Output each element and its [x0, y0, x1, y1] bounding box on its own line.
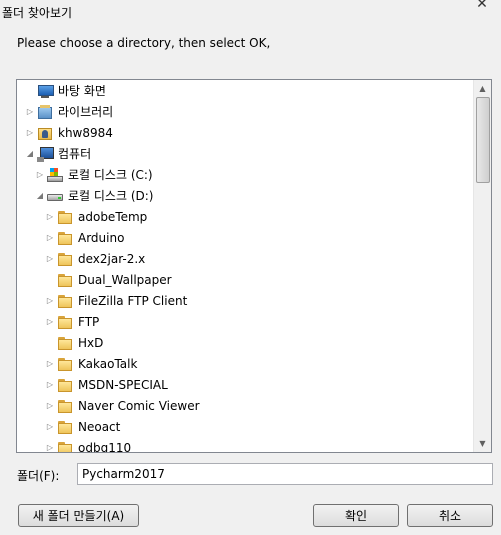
tree-item-folder[interactable]: ▷ KakaoTalk — [45, 353, 137, 374]
user-folder-icon — [37, 125, 53, 141]
folder-icon — [57, 335, 73, 351]
library-icon — [37, 104, 53, 120]
tree-item-label: Neoact — [78, 419, 121, 434]
new-folder-button[interactable]: 새 폴더 만들기(A) — [18, 504, 139, 527]
tree-item-label: adobeTemp — [78, 209, 148, 224]
tree-item-folder[interactable]: ▷ FTP — [45, 311, 99, 332]
folder-icon — [57, 293, 73, 309]
tree-item-user[interactable]: ▷ khw8984 — [25, 122, 113, 143]
folder-icon — [57, 230, 73, 246]
expand-arrow-icon[interactable]: ▷ — [25, 128, 35, 138]
expand-arrow-icon[interactable]: ▷ — [45, 296, 55, 306]
folder-icon — [57, 419, 73, 435]
expand-arrow-icon[interactable]: ▷ — [45, 317, 55, 327]
window-title: 폴더 찾아보기 — [2, 6, 73, 20]
desktop-icon — [37, 83, 54, 99]
drive-d-icon — [47, 188, 63, 204]
drive-c-icon — [47, 167, 63, 183]
folder-icon — [57, 356, 73, 372]
tree-item-computer[interactable]: ◢ 컴퓨터 — [25, 143, 91, 164]
folder-icon — [57, 398, 73, 414]
tree-item-label: 바탕 화면 — [58, 84, 106, 98]
folder-icon — [57, 272, 73, 288]
tree-item-label: MSDN-SPECIAL — [78, 377, 168, 392]
tree-item-label: khw8984 — [58, 125, 113, 140]
arrow-down-icon: ▼ — [479, 439, 486, 448]
expand-arrow-icon — [45, 338, 55, 348]
tree-item-folder[interactable]: ▷ Neoact — [45, 416, 120, 437]
tree-item-label: 라이브러리 — [58, 105, 114, 119]
scroll-thumb[interactable] — [476, 97, 490, 183]
tree-item-label: KakaoTalk — [78, 356, 138, 371]
expand-arrow-icon[interactable]: ▷ — [35, 170, 45, 180]
expand-arrow-icon[interactable]: ▷ — [45, 254, 55, 264]
tree-item-drive-d[interactable]: ◢ 로컬 디스크 (D:) — [35, 185, 154, 206]
arrow-up-icon: ▲ — [479, 84, 486, 93]
tree-item-label: odbg110 — [78, 440, 132, 453]
expand-arrow-icon[interactable]: ▷ — [45, 422, 55, 432]
tree-item-drive-c[interactable]: ▷ 로컬 디스크 (C:) — [35, 164, 153, 185]
collapse-arrow-icon[interactable]: ◢ — [35, 191, 45, 201]
expand-arrow-icon — [45, 275, 55, 285]
expand-arrow-icon[interactable]: ▷ — [45, 233, 55, 243]
tree-item-label: 컴퓨터 — [58, 147, 92, 161]
close-button[interactable]: ✕ — [466, 0, 498, 14]
tree-item-folder[interactable]: ▷ adobeTemp — [45, 206, 147, 227]
folder-name-input[interactable]: Pycharm2017 — [77, 463, 493, 485]
expand-arrow-icon[interactable]: ▷ — [25, 107, 35, 117]
tree-item-label: 로컬 디스크 (C:) — [68, 168, 153, 182]
tree-item-desktop[interactable]: 바탕 화면 — [25, 80, 106, 101]
tree-item-label: FileZilla FTP Client — [78, 293, 188, 308]
tree-item-folder[interactable]: HxD — [45, 332, 103, 353]
tree-item-label: HxD — [78, 335, 104, 350]
expand-arrow-icon[interactable] — [25, 86, 35, 96]
title-bar: 폴더 찾아보기 ✕ — [0, 0, 501, 24]
tree-item-library[interactable]: ▷ 라이브러리 — [25, 101, 113, 122]
tree-item-label: Dual_Wallpaper — [78, 272, 172, 287]
tree-item-folder[interactable]: ▷ FileZilla FTP Client — [45, 290, 187, 311]
folder-tree[interactable]: 바탕 화면 ▷ 라이브러리 ▷ khw8984 ◢ 컴퓨터 ▷ 로컬 디스크 (… — [16, 79, 492, 453]
tree-item-folder[interactable]: ▷ dex2jar-2.x — [45, 248, 145, 269]
close-icon: ✕ — [476, 0, 488, 12]
expand-arrow-icon[interactable]: ▷ — [45, 380, 55, 390]
tree-item-folder[interactable]: ▷ MSDN-SPECIAL — [45, 374, 168, 395]
folder-icon — [57, 314, 73, 330]
tree-item-folder[interactable]: ▷ Naver Comic Viewer — [45, 395, 200, 416]
expand-arrow-icon[interactable]: ▷ — [45, 401, 55, 411]
tree-item-folder[interactable]: ▷ odbg110 — [45, 437, 132, 453]
tree-item-folder[interactable]: ▷ Arduino — [45, 227, 124, 248]
vertical-scrollbar[interactable]: ▲ ▼ — [473, 80, 491, 452]
instruction-text: Please choose a directory, then select O… — [17, 36, 271, 50]
scroll-down-button[interactable]: ▼ — [474, 435, 491, 452]
folder-icon — [57, 377, 73, 393]
folder-icon — [57, 209, 73, 225]
tree-item-label: FTP — [78, 314, 100, 329]
computer-icon — [37, 146, 54, 162]
tree-item-label: Naver Comic Viewer — [78, 398, 200, 413]
tree-item-label: Arduino — [78, 230, 125, 245]
collapse-arrow-icon[interactable]: ◢ — [25, 149, 35, 159]
folder-field-label: 폴더(F): — [17, 469, 60, 483]
cancel-button[interactable]: 취소 — [407, 504, 493, 527]
expand-arrow-icon[interactable]: ▷ — [45, 212, 55, 222]
ok-button[interactable]: 확인 — [313, 504, 399, 527]
folder-icon — [57, 251, 73, 267]
tree-item-label: 로컬 디스크 (D:) — [68, 189, 154, 203]
tree-item-folder[interactable]: Dual_Wallpaper — [45, 269, 172, 290]
folder-icon — [57, 440, 73, 452]
scroll-up-button[interactable]: ▲ — [474, 80, 491, 97]
expand-arrow-icon[interactable]: ▷ — [45, 443, 55, 452]
expand-arrow-icon[interactable]: ▷ — [45, 359, 55, 369]
tree-item-label: dex2jar-2.x — [78, 251, 146, 266]
